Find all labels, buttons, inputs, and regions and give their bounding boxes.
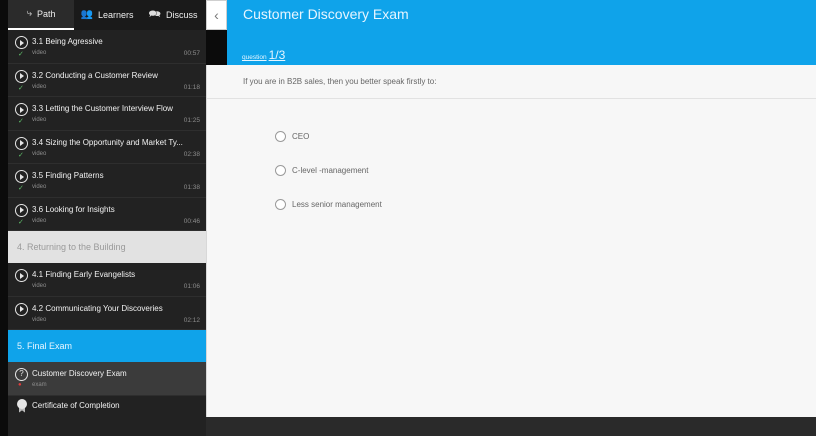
certificate-item[interactable]: Certificate of Completion — [8, 395, 206, 416]
lesson-title: 3.1 Being Agressive — [32, 37, 103, 46]
tab-path[interactable]: ⤷ Path — [8, 0, 74, 30]
bottom-bar — [206, 417, 816, 436]
lesson-title: 4.1 Finding Early Evangelists — [32, 270, 136, 279]
lesson-title: 3.5 Finding Patterns — [32, 171, 104, 180]
lesson-title: 4.2 Communicating Your Discoveries — [32, 303, 163, 313]
check-icon: ✓ — [18, 185, 24, 192]
lesson-title: 3.4 Sizing the Opportunity and Market Ty… — [32, 137, 183, 147]
path-icon: ⤷ — [26, 8, 33, 19]
lesson-duration: 02:38 — [183, 150, 200, 158]
lesson-item[interactable]: 3.6 Looking for Insights ✓ video 00:46 — [8, 197, 206, 231]
lesson-duration: 01:18 — [183, 83, 200, 91]
lesson-item[interactable]: 4.1 Finding Early Evangelists video 01:0… — [8, 263, 206, 297]
chat-icon: 🗪 — [148, 9, 161, 20]
play-icon — [15, 170, 28, 183]
course-sidebar: ⤷ Path 👥 Learners 🗪 Discuss 3.1 Being Ag… — [8, 0, 206, 436]
lesson-item[interactable]: 3.2 Conducting a Customer Review ✓ video… — [8, 63, 206, 97]
answer-label: Less senior management — [292, 200, 382, 209]
lesson-duration: 00:46 — [183, 217, 200, 225]
question-counter: question 1/3 — [242, 48, 285, 62]
lesson-type: video — [32, 50, 47, 56]
play-icon — [15, 36, 28, 49]
radio-button[interactable] — [275, 199, 286, 210]
lesson-duration: 01:06 — [183, 283, 200, 290]
answer-option[interactable]: C-level -management — [275, 165, 368, 176]
lesson-type: video — [32, 184, 47, 190]
chevron-left-icon: ‹ — [214, 7, 219, 23]
play-icon — [15, 103, 28, 116]
exam-item[interactable]: ? Customer Discovery Exam ● exam — [8, 362, 206, 396]
exam-header: Customer Discovery Exam question 1/3 — [227, 0, 816, 65]
radio-button[interactable] — [275, 131, 286, 142]
tab-learners-label: Learners — [97, 10, 134, 20]
answer-label: CEO — [292, 132, 310, 141]
lesson-type: video — [32, 117, 47, 123]
tab-discuss-label: Discuss — [165, 10, 198, 20]
exam-content: If you are in B2B sales, then you better… — [206, 65, 816, 417]
lesson-title: 3.3 Letting the Customer Interview Flow — [32, 104, 173, 113]
page-title: Customer Discovery Exam — [243, 6, 409, 22]
play-icon — [15, 302, 28, 316]
exam-title: Customer Discovery Exam — [32, 369, 127, 378]
check-icon: ✓ — [18, 84, 24, 92]
incomplete-dot-icon: ● — [18, 382, 22, 388]
question-number: 1/3 — [268, 48, 286, 62]
question-circle-icon: ? — [15, 368, 28, 381]
play-icon — [15, 136, 28, 150]
answer-option[interactable]: CEO — [275, 131, 309, 142]
lesson-item[interactable]: 3.4 Sizing the Opportunity and Market Ty… — [8, 130, 206, 164]
lesson-type: video — [32, 150, 47, 157]
lesson-duration: 00:57 — [183, 50, 200, 57]
check-icon: ✓ — [18, 51, 24, 58]
lesson-type: video — [32, 316, 47, 323]
lesson-type: video — [32, 83, 47, 90]
lesson-item[interactable]: 3.5 Finding Patterns ✓ video 01:38 — [8, 164, 206, 198]
question-text: If you are in B2B sales, then you better… — [243, 77, 437, 86]
people-icon: 👥 — [80, 9, 93, 20]
certificate-title: Certificate of Completion — [32, 400, 120, 410]
play-icon — [15, 203, 28, 217]
lesson-type: video — [32, 217, 47, 224]
tab-learners[interactable]: 👥 Learners — [74, 0, 140, 30]
lesson-title: 3.2 Conducting a Customer Review — [32, 70, 158, 80]
section-header-5[interactable]: 5. Final Exam — [8, 330, 206, 362]
check-icon: ✓ — [18, 151, 24, 159]
divider — [207, 98, 816, 99]
lesson-type: video — [32, 283, 47, 289]
lesson-item[interactable]: 3.3 Letting the Customer Interview Flow … — [8, 97, 206, 131]
answer-option[interactable]: Less senior management — [275, 199, 382, 210]
answer-label: C-level -management — [292, 166, 369, 175]
tab-discuss[interactable]: 🗪 Discuss — [140, 0, 206, 30]
play-icon — [15, 269, 28, 282]
question-word: question — [242, 54, 267, 61]
radio-button[interactable] — [275, 165, 286, 176]
award-ribbon-icon — [17, 398, 27, 413]
tab-path-label: Path — [37, 9, 56, 19]
exam-type: exam — [32, 382, 47, 388]
lesson-item[interactable]: 3.1 Being Agressive ✓ video 00:57 — [8, 30, 206, 64]
collapse-sidebar-button[interactable]: ‹ — [206, 0, 227, 30]
play-icon — [15, 69, 28, 83]
lesson-duration: 01:25 — [183, 117, 200, 124]
left-edge — [0, 0, 8, 436]
lesson-title: 3.6 Looking for Insights — [32, 204, 115, 214]
lesson-item[interactable]: 4.2 Communicating Your Discoveries video… — [8, 296, 206, 330]
check-icon: ✓ — [18, 218, 24, 226]
lesson-duration: 02:12 — [183, 316, 200, 324]
check-icon: ✓ — [18, 118, 24, 125]
sidebar-tabs: ⤷ Path 👥 Learners 🗪 Discuss — [8, 0, 206, 30]
lesson-duration: 01:38 — [183, 184, 200, 191]
section-header-4[interactable]: 4. Returning to the Building — [8, 231, 206, 263]
